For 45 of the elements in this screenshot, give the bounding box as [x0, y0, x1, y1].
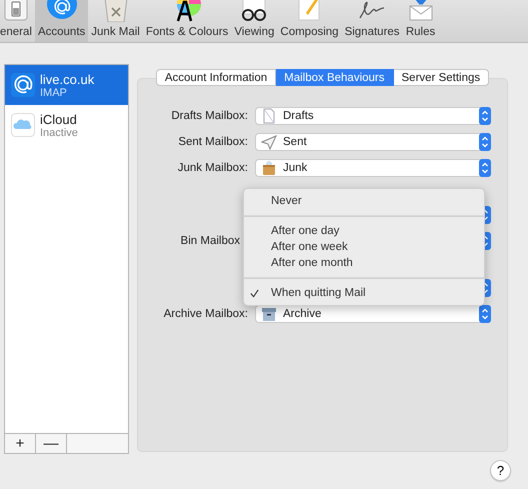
field-label: Archive Mailbox:: [162, 308, 248, 320]
tab[interactable]: Mailbox Behaviours: [276, 69, 394, 86]
at-sign-icon: [11, 73, 35, 97]
stepper-icon: [479, 159, 491, 177]
tab[interactable]: Server Settings: [394, 69, 490, 86]
toolbar-item[interactable]: Signatures: [342, 0, 403, 42]
toolbar-item[interactable]: Junk Mail: [88, 0, 143, 42]
archive-box-icon: [261, 306, 277, 322]
menu-item[interactable]: Never: [244, 193, 484, 209]
account-item[interactable]: iCloud Inactive: [5, 105, 128, 145]
account-name: iCloud: [40, 112, 78, 126]
paper-plane-icon: [261, 134, 277, 150]
account-name: live.co.uk: [40, 72, 94, 86]
mailbox-dropdown[interactable]: Drafts: [255, 107, 491, 125]
toolbar-item[interactable]: Fonts & Colours: [142, 0, 232, 42]
remove-button[interactable]: —: [36, 434, 67, 453]
at-sign-icon: [46, 0, 77, 22]
toolbar-item[interactable]: eneral: [0, 0, 35, 42]
field-label: Bin Mailbox: [180, 235, 241, 247]
cloud-icon: [11, 113, 35, 137]
menu-item[interactable]: When quitting Mail: [244, 285, 484, 301]
field-label: Drafts Mailbox:: [170, 110, 248, 122]
help-button[interactable]: ?: [490, 460, 511, 481]
field-label: Sent Mailbox:: [177, 136, 248, 148]
field-label: Junk Mailbox:: [176, 162, 248, 174]
mailbox-dropdown[interactable]: Archive: [255, 305, 491, 323]
account-type: IMAP: [40, 86, 68, 98]
toolbar-item[interactable]: Accounts: [34, 0, 88, 42]
account-type: Inactive: [40, 126, 78, 138]
toolbar-item[interactable]: Rules: [402, 0, 439, 42]
stepper-icon: [479, 133, 491, 151]
mailbox-dropdown[interactable]: Junk: [255, 159, 491, 177]
menu-item[interactable]: After one week: [244, 239, 484, 255]
toolbar-item[interactable]: Composing: [277, 0, 342, 42]
add-button[interactable]: +: [5, 434, 36, 453]
mailbox-dropdown[interactable]: Sent: [255, 133, 491, 151]
menu-item[interactable]: After one day: [244, 223, 484, 239]
page-icon: [261, 108, 277, 124]
toolbar-item[interactable]: Viewing: [231, 0, 278, 42]
stepper-icon: [479, 107, 491, 125]
tab[interactable]: Account Information: [156, 69, 276, 86]
junk-bin-icon: [261, 160, 277, 176]
stepper-icon: [479, 305, 491, 323]
account-item[interactable]: live.co.uk IMAP: [5, 65, 128, 105]
menu-item[interactable]: After one month: [244, 255, 484, 271]
